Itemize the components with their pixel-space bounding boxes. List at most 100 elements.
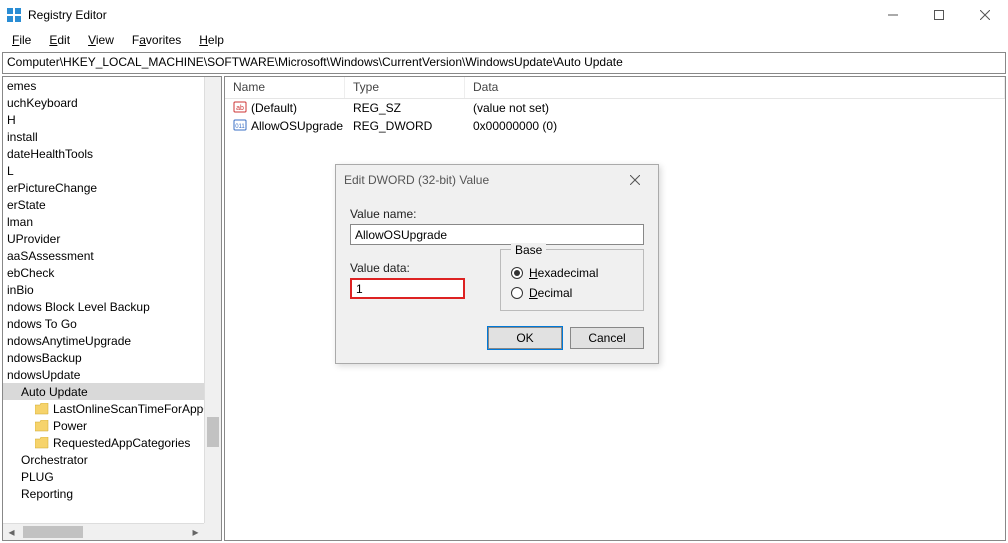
maximize-button[interactable] [916,0,962,30]
tree-item[interactable]: lman [3,213,204,230]
hscroll-right[interactable]: ▸ [187,524,204,540]
window-controls [870,0,1008,30]
dialog-close-button[interactable] [620,165,650,195]
list-row[interactable]: ab (Default) REG_SZ(value not set) [225,99,1005,117]
cell-type: REG_DWORD [345,119,465,133]
tree-item-label: Orchestrator [21,453,88,467]
list-row[interactable]: 011 AllowOSUpgradeREG_DWORD0x00000000 (0) [225,117,1005,135]
scroll-corner [204,523,221,540]
tree-item-label: UProvider [7,232,60,246]
tree-item-label: ndowsAnytimeUpgrade [7,334,131,348]
tree-hscrollbar[interactable]: ◂ ▸ [3,523,204,540]
hscroll-thumb[interactable] [23,526,83,538]
tree-item[interactable]: LastOnlineScanTimeForAppCateg [3,400,204,417]
list-header: Name Type Data [225,77,1005,99]
tree-item[interactable]: ndows Block Level Backup [3,298,204,315]
tree-item[interactable]: ndows To Go [3,315,204,332]
tree-item[interactable]: ndowsAnytimeUpgrade [3,332,204,349]
menu-file-rest: ile [19,33,31,47]
menu-view[interactable]: View [80,32,122,48]
tree-item[interactable]: erPictureChange [3,179,204,196]
close-button[interactable] [962,0,1008,30]
tree-item[interactable]: Auto Update [3,383,204,400]
tree-item-label: inBio [7,283,34,297]
tree-item-label: emes [7,79,36,93]
tree-item-label: aaSAssessment [7,249,94,263]
tree-item[interactable]: ndowsUpdate [3,366,204,383]
menu-edit[interactable]: Edit [41,32,78,48]
tree-item[interactable]: H [3,111,204,128]
tree-item-label: Auto Update [21,385,88,399]
dialog-titlebar[interactable]: Edit DWORD (32-bit) Value [336,165,658,195]
menu-favorites[interactable]: Favorites [124,32,189,48]
vscroll-thumb[interactable] [207,417,219,447]
tree-item[interactable]: L [3,162,204,179]
tree-item-label: dateHealthTools [7,147,93,161]
hscroll-left[interactable]: ◂ [3,524,20,540]
tree-item[interactable]: install [3,128,204,145]
col-header-name[interactable]: Name [225,77,345,98]
tree-item-label: H [7,113,16,127]
tree-item[interactable]: erState [3,196,204,213]
tree-pane: emes uchKeyboard Hinstall dateHealthTools Le… [2,76,222,541]
tree-item-label: L [7,164,14,178]
value-name-field[interactable] [350,224,644,245]
cancel-button[interactable]: Cancel [570,327,644,349]
cell-data: (value not set) [465,101,1005,115]
cell-type: REG_SZ [345,101,465,115]
tree-item-label: LastOnlineScanTimeForAppCateg [53,402,204,416]
tree-item[interactable]: aaSAssessment [3,247,204,264]
tree-item-label: lman [7,215,33,229]
tree-item-label: ndows Block Level Backup [7,300,150,314]
tree-item[interactable]: uchKeyboard [3,94,204,111]
tree-item[interactable]: dateHealthTools [3,145,204,162]
svg-text:011: 011 [235,124,245,130]
value-data-label: Value data: [350,261,480,275]
value-name-label: Value name: [350,207,644,221]
tree-item-label: RequestedAppCategories [53,436,190,450]
tree-item-label: ndows To Go [7,317,77,331]
tree-item[interactable]: UProvider [3,230,204,247]
cell-name: (Default) [251,101,297,115]
tree-item-label: uchKeyboard [7,96,78,110]
radio-decimal[interactable]: Decimal [511,286,633,300]
menu-file[interactable]: File [4,32,39,48]
cell-data: 0x00000000 (0) [465,119,1005,133]
radio-dec-label: Decimal [529,286,572,300]
radio-hex-label: Hexadecimal [529,266,598,280]
app-title: Registry Editor [28,8,107,22]
tree-item[interactable]: PLUG [3,468,204,485]
tree-item[interactable]: ndowsBackup [3,349,204,366]
tree-item-label: ndowsBackup [7,351,82,365]
tree-item-label: ndowsUpdate [7,368,80,382]
menu-help-rest: elp [208,33,224,47]
tree-item-label: PLUG [21,470,54,484]
tree-item[interactable]: Orchestrator [3,451,204,468]
menu-fav-rest: vorites [146,33,181,47]
tree-item[interactable]: Power [3,417,204,434]
folder-icon [35,420,49,432]
radio-hexadecimal[interactable]: Hexadecimal [511,266,633,280]
svg-text:ab: ab [236,105,244,112]
tree-item[interactable]: inBio [3,281,204,298]
app-icon [6,7,22,23]
address-bar[interactable]: Computer\HKEY_LOCAL_MACHINE\SOFTWARE\Mic… [2,52,1006,74]
tree-item-label: Reporting [21,487,73,501]
tree-item[interactable]: emes [3,77,204,94]
tree-vscrollbar[interactable] [204,77,221,523]
ok-button[interactable]: OK [488,327,562,349]
radio-dec-circle [511,287,523,299]
cell-name: AllowOSUpgrade [251,119,343,133]
tree-item[interactable]: RequestedAppCategories [3,434,204,451]
col-header-type[interactable]: Type [345,77,465,98]
folder-icon [35,403,49,415]
tree-item[interactable]: ebCheck [3,264,204,281]
menu-help[interactable]: Help [191,32,232,48]
reg-sz-icon: ab [233,100,247,117]
tree-item[interactable]: Reporting [3,485,204,502]
minimize-button[interactable] [870,0,916,30]
radio-hex-circle [511,267,523,279]
tree-list[interactable]: emes uchKeyboard Hinstall dateHealthTools Le… [3,77,204,523]
col-header-data[interactable]: Data [465,77,1005,98]
value-data-field[interactable] [350,278,465,299]
